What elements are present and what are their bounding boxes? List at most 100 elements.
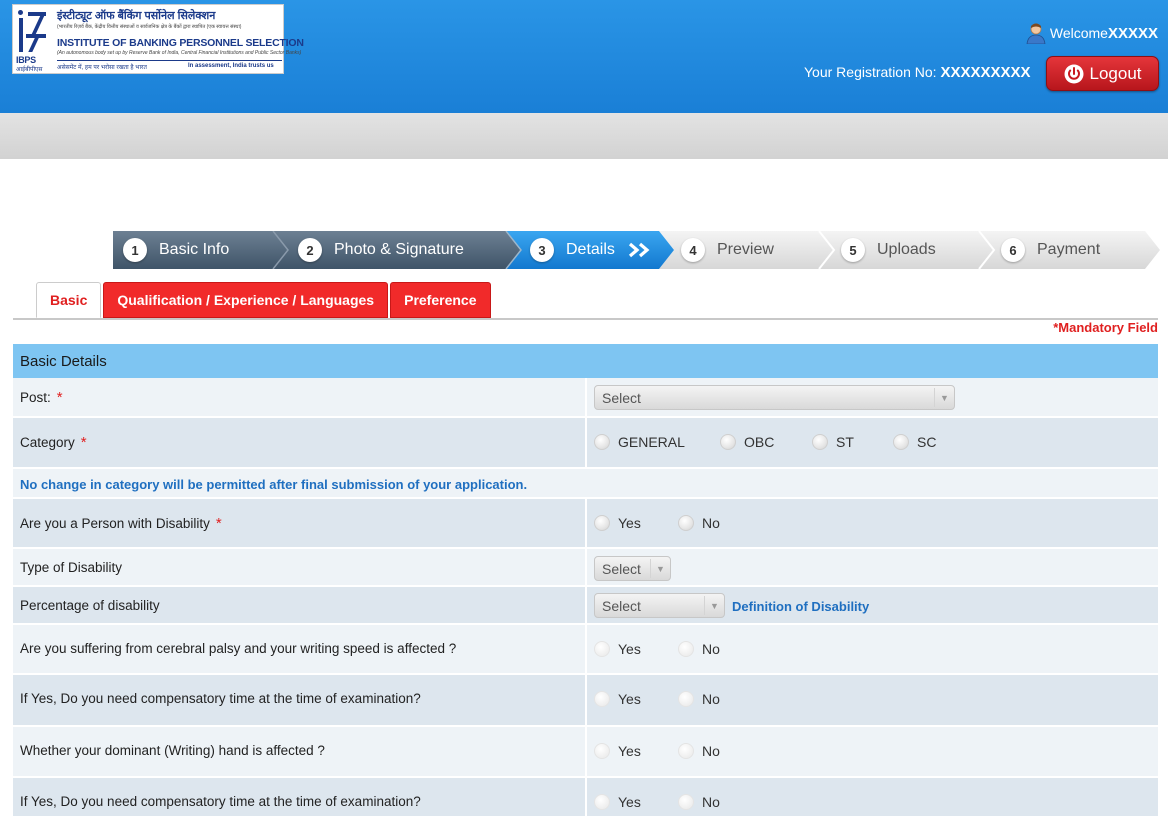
- ibps-logo: IBPS आईबीपीएस इंस्टीट्यूट ऑफ बैंकिंग पर्…: [12, 4, 304, 74]
- radio-label: Yes: [618, 641, 641, 657]
- required-asterisk: *: [80, 434, 87, 451]
- step-label: Payment: [1037, 241, 1101, 258]
- pwd-radio-yes[interactable]: Yes: [594, 515, 641, 531]
- radio-label: No: [702, 515, 720, 531]
- registration-value: XXXXXXXXX: [940, 64, 1031, 81]
- disability-pct-select[interactable]: Select ▼: [594, 593, 725, 618]
- next-row-radio-yes[interactable]: Yes: [594, 794, 641, 810]
- disability-type-label: Type of Disability: [20, 560, 123, 575]
- category-radio-general[interactable]: GENERAL: [594, 434, 685, 450]
- logo-tagline-english: In assessment, India trusts us: [188, 63, 274, 69]
- disability-type-select[interactable]: Select ▼: [594, 556, 671, 581]
- chevron-down-icon: ▼: [934, 388, 954, 407]
- pwd-label-text: Are you a Person with Disability: [20, 516, 210, 531]
- step-details[interactable]: 3 Details: [530, 231, 655, 269]
- logo-tagline-hindi: असेसमेंट में, हम पर भरोसा रखता है भारत: [57, 65, 147, 71]
- row-category-note: No change in category will be permitted …: [13, 469, 1158, 499]
- logo-mark-text: IBPS: [16, 55, 36, 65]
- row-percentage-of-disability: Percentage of disability Select ▼ Defini…: [13, 587, 1158, 625]
- radio-label: Yes: [618, 743, 641, 759]
- row-type-of-disability: Type of Disability Select ▼: [13, 549, 1158, 587]
- cerebral-palsy-radio-yes[interactable]: Yes: [594, 641, 641, 657]
- logo-mark-hindi: आईबीपीएस: [16, 67, 43, 73]
- dominant-hand-radio-yes[interactable]: Yes: [594, 743, 641, 759]
- tab-basic[interactable]: Basic: [36, 282, 102, 318]
- dominant-hand-label: Whether your dominant (Writing) hand is …: [20, 743, 325, 758]
- row-cut-off-next: If Yes, Do you need compensatory time at…: [13, 778, 1158, 818]
- radio-circle: [812, 434, 828, 450]
- step-label: Photo & Signature: [334, 241, 464, 258]
- compensatory-value-cell: Yes No: [585, 675, 1158, 725]
- pwd-value-cell: Yes No: [585, 499, 1158, 547]
- category-radio-sc[interactable]: SC: [893, 434, 936, 450]
- step-label: Details: [566, 241, 615, 258]
- radio-label: SC: [917, 434, 937, 450]
- welcome-name: XXXXX: [1107, 24, 1158, 42]
- category-radio-obc[interactable]: OBC: [720, 434, 774, 450]
- radio-circle: [594, 691, 610, 707]
- chevron-down-icon: ▼: [704, 596, 724, 615]
- step-label: Preview: [717, 241, 774, 258]
- category-warning-note: No change in category will be permitted …: [20, 477, 528, 492]
- ibps-logo-mark: IBPS आईबीपीएस: [16, 8, 50, 73]
- dominant-hand-radio-no[interactable]: No: [678, 743, 720, 759]
- welcome-label: Welcome: [1049, 25, 1108, 41]
- radio-circle: [594, 794, 610, 810]
- step-photo-signature[interactable]: 2 Photo & Signature: [298, 231, 464, 269]
- post-label: Post: *: [20, 389, 63, 406]
- step-progress: 1 Basic Info 2 Photo & Signature 3 Detai…: [113, 231, 1160, 269]
- row-post: Post: * Select ▼: [13, 378, 1158, 418]
- radio-label: No: [702, 641, 720, 657]
- compensatory-radio-yes[interactable]: Yes: [594, 691, 641, 707]
- logout-label: Logout: [1089, 63, 1142, 83]
- tab-preference[interactable]: Preference: [390, 282, 491, 318]
- chevron-down-icon: ▼: [650, 559, 670, 578]
- next-row-value-cell: Yes No: [585, 778, 1158, 816]
- pwd-radio-no[interactable]: No: [678, 515, 720, 531]
- step-label: Uploads: [877, 241, 936, 258]
- disability-type-value-cell: Select ▼: [585, 549, 1158, 585]
- radio-circle: [678, 691, 694, 707]
- required-asterisk: *: [56, 389, 63, 406]
- radio-label: No: [702, 691, 720, 707]
- category-radio-st[interactable]: ST: [812, 434, 854, 450]
- logout-button[interactable]: Logout: [1046, 56, 1159, 91]
- post-label-text: Post:: [20, 390, 51, 405]
- step-preview[interactable]: 4 Preview: [681, 231, 774, 269]
- logo-hindi-title: इंस्टीट्यूट ऑफ बैंकिंग पर्सोनेल सिलेक्शन: [57, 10, 216, 22]
- disability-pct-select-value: Select: [602, 597, 641, 614]
- radio-circle: [893, 434, 909, 450]
- radio-label: Yes: [618, 794, 641, 810]
- mandatory-field-note: *Mandatory Field: [1053, 320, 1158, 335]
- step-number: 3: [530, 238, 554, 262]
- radio-circle: [594, 743, 610, 759]
- row-person-with-disability: Are you a Person with Disability * Yes No: [13, 499, 1158, 549]
- compensatory-radio-no[interactable]: No: [678, 691, 720, 707]
- row-category: Category * GENERAL OBC ST SC: [13, 418, 1158, 469]
- disability-pct-label: Percentage of disability: [20, 598, 160, 613]
- step-basic-info[interactable]: 1 Basic Info: [123, 231, 229, 269]
- step-number: 1: [123, 238, 147, 262]
- step-payment[interactable]: 6 Payment: [1001, 231, 1100, 269]
- radio-label: GENERAL: [618, 434, 685, 450]
- basic-details-form: Post: * Select ▼ Category * GENERAL OBC ST…: [13, 378, 1158, 818]
- post-select[interactable]: Select ▼: [594, 385, 955, 410]
- radio-circle: [594, 434, 610, 450]
- definition-of-disability-link[interactable]: Definition of Disability: [732, 599, 869, 614]
- registration-label: Your Registration No:: [804, 64, 941, 80]
- cerebral-palsy-value-cell: Yes No: [585, 625, 1158, 673]
- next-row-radio-no[interactable]: No: [678, 794, 720, 810]
- category-label: Category *: [20, 434, 87, 451]
- step-uploads[interactable]: 5 Uploads: [841, 231, 936, 269]
- category-value-cell: GENERAL OBC ST SC: [585, 418, 1158, 467]
- radio-label: No: [702, 794, 720, 810]
- radio-circle: [594, 515, 610, 531]
- radio-label: Yes: [618, 515, 641, 531]
- tab-qualification[interactable]: Qualification / Experience / Languages: [103, 282, 389, 318]
- step-number: 2: [298, 238, 322, 262]
- step-number: 5: [841, 238, 865, 262]
- logo-hindi-subtitle: (भारतीय रिज़र्व बैंक, केंद्रीय वित्तीय स…: [57, 24, 242, 30]
- power-icon: [1064, 64, 1083, 83]
- required-asterisk: *: [215, 515, 222, 532]
- cerebral-palsy-radio-no[interactable]: No: [678, 641, 720, 657]
